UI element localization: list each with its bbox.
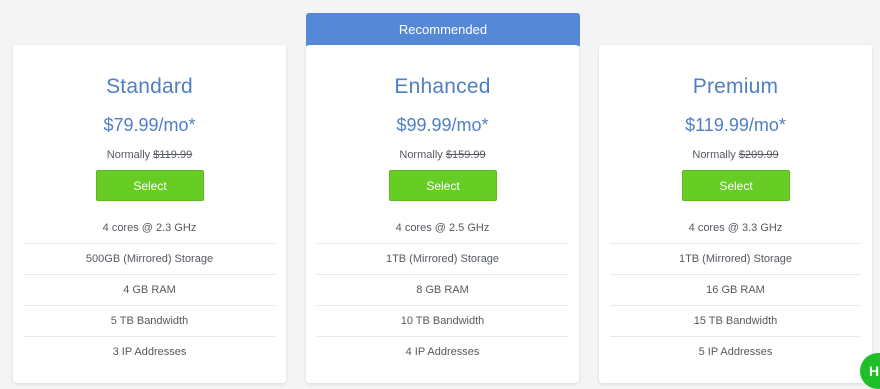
- normally-label: Normally: [692, 149, 736, 161]
- feature-item: 4 cores @ 2.5 GHz: [317, 213, 568, 244]
- recommended-ribbon: Recommended: [306, 13, 580, 46]
- feature-item: 4 cores @ 2.3 GHz: [24, 213, 275, 244]
- feature-item: 15 TB Bandwidth: [610, 306, 861, 337]
- feature-item: 3 IP Addresses: [112, 346, 187, 358]
- normal-price: Normally $209.99: [599, 149, 872, 161]
- plan-price: $119.99/mo*: [685, 115, 786, 135]
- original-price: $209.99: [738, 149, 779, 161]
- feature-list: 4 cores @ 2.5 GHz 1TB (Mirrored) Storage…: [317, 213, 568, 367]
- original-price: $159.99: [445, 149, 486, 161]
- normally-label: Normally: [106, 149, 151, 161]
- feature-item: 4 IP Addresses: [405, 346, 480, 358]
- plan-price: $99.99/mo*: [396, 115, 489, 135]
- feature-item: 5 TB Bandwidth: [24, 306, 275, 337]
- original-price: $119.99: [153, 149, 193, 161]
- select-button-standard[interactable]: Select: [96, 170, 204, 201]
- normally-label: Normally: [399, 149, 443, 161]
- feature-item: 500GB (Mirrored) Storage: [24, 244, 275, 275]
- plan-card-premium: Premium $119.99/mo* Normally $209.99 Sel…: [599, 45, 872, 383]
- plan-price: $79.99/mo*: [103, 115, 196, 135]
- recommended-label: Recommended: [398, 22, 488, 37]
- plan-card-standard: Standard $79.99/mo* Normally $119.99 Sel…: [13, 45, 286, 383]
- feature-item: 1TB (Mirrored) Storage: [610, 244, 861, 275]
- plan-name: Standard: [106, 75, 193, 98]
- pricing-plans: Recommended Standard $79.99/mo* Normally…: [0, 0, 880, 389]
- feature-item: 10 TB Bandwidth: [317, 306, 568, 337]
- feature-list: 4 cores @ 3.3 GHz 1TB (Mirrored) Storage…: [610, 213, 861, 367]
- select-button-premium[interactable]: Select: [682, 170, 790, 201]
- plan-card-enhanced: Enhanced $99.99/mo* Normally $159.99 Sel…: [306, 45, 579, 383]
- plan-name: Premium: [692, 75, 779, 98]
- feature-list: 4 cores @ 2.3 GHz 500GB (Mirrored) Stora…: [24, 213, 275, 367]
- normal-price: Normally $119.99: [13, 149, 286, 161]
- feature-item: 4 cores @ 3.3 GHz: [610, 213, 861, 244]
- feature-item: 8 GB RAM: [317, 275, 568, 306]
- select-button-enhanced[interactable]: Select: [389, 170, 497, 201]
- normal-price: Normally $159.99: [306, 149, 579, 161]
- feature-item: 4 GB RAM: [24, 275, 275, 306]
- plan-name: Enhanced: [394, 75, 491, 98]
- feature-item: 16 GB RAM: [610, 275, 861, 306]
- feature-item: 5 IP Addresses: [698, 346, 773, 358]
- feature-item: 1TB (Mirrored) Storage: [317, 244, 568, 275]
